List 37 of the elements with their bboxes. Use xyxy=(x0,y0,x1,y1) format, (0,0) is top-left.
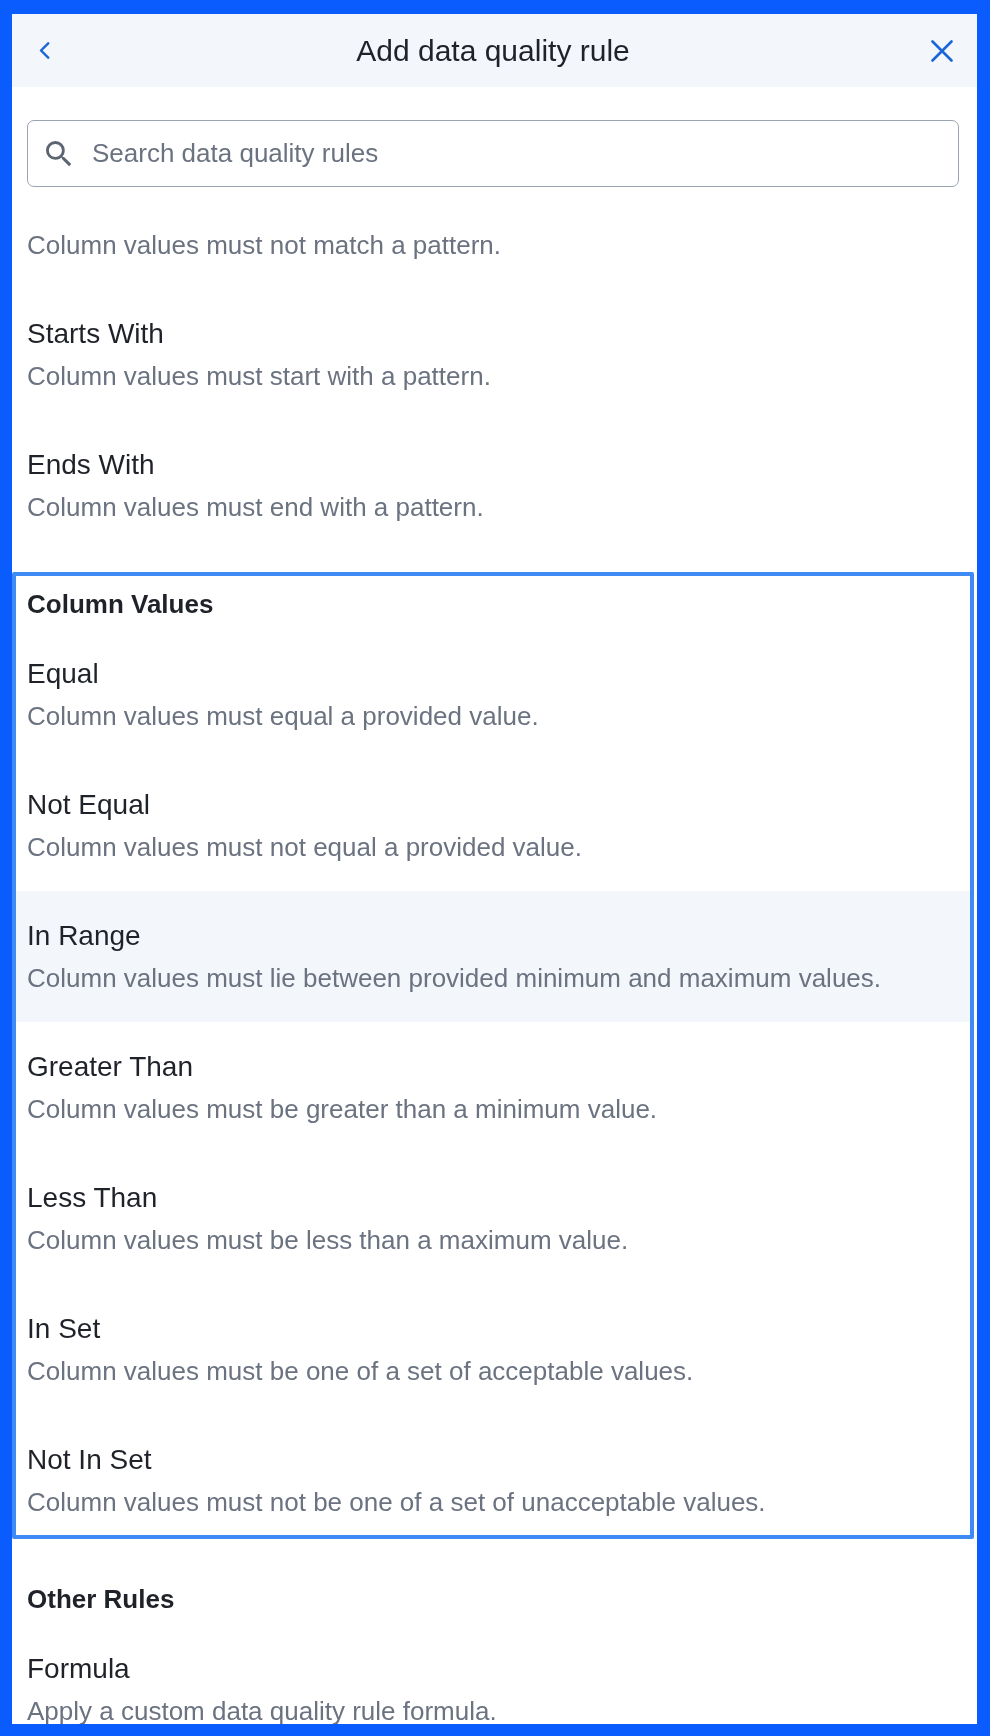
chevron-left-icon xyxy=(38,42,50,59)
dialog-title: Add data quality rule xyxy=(355,32,631,69)
rule-description: Column values must not be one of a set of unacceptable values. xyxy=(27,1486,767,1518)
rule-option[interactable]: Starts With Column values must start with a pattern. xyxy=(16,289,970,420)
rule-option[interactable]: Not In Set Column values must not be one of a set of unacceptable values. xyxy=(16,1415,970,1535)
rule-name: Greater Than xyxy=(27,1050,195,1084)
rule-description: Column values must end with a pattern. xyxy=(27,491,485,523)
rule-name: Formula xyxy=(27,1652,131,1686)
search-icon xyxy=(46,141,72,167)
rule-name: Not In Set xyxy=(27,1443,153,1477)
close-icon xyxy=(931,39,953,62)
group-heading: Column Values xyxy=(26,588,215,621)
rule-description: Column values must lie between provided minimum and maximum values. xyxy=(27,962,883,994)
rule-description: Column values must start with a pattern. xyxy=(27,360,492,392)
rule-name: In Range xyxy=(27,919,142,953)
rule-option[interactable]: Equal Column values must equal a provided value. xyxy=(16,629,970,760)
rule-description: Column values must be greater than a minimum value. xyxy=(27,1093,659,1125)
group-heading: Other Rules xyxy=(26,1583,176,1616)
rule-name: Starts With xyxy=(27,317,165,351)
rule-option[interactable]: In Range Column values must lie between provided minimum and maximum values. xyxy=(16,891,970,1022)
rule-option[interactable]: Less Than Column values must be less than a maximum value. xyxy=(16,1153,970,1284)
rule-option[interactable]: Column values must not match a pattern. xyxy=(16,191,970,289)
search-field[interactable]: Search data quality rules xyxy=(27,120,959,187)
rule-name: Not Equal xyxy=(27,788,151,822)
rule-description: Column values must not equal a provided value. xyxy=(27,831,583,863)
rule-description: Column values must equal a provided value. xyxy=(27,700,540,732)
rule-name: Ends With xyxy=(27,448,156,482)
rule-name: Equal xyxy=(27,657,100,691)
rule-description: Column values must be less than a maximum value. xyxy=(27,1224,630,1256)
rule-name: Less Than xyxy=(27,1181,159,1215)
rule-option[interactable]: Ends With Column values must end with a pattern. xyxy=(16,420,970,540)
rule-description: Column values must be one of a set of acceptable values. xyxy=(27,1355,695,1387)
rule-name: In Set xyxy=(27,1312,102,1346)
rule-option[interactable]: In Set Column values must be one of a set of acceptable values. xyxy=(16,1284,970,1415)
rule-option[interactable]: Greater Than Column values must be greater than a minimum value. xyxy=(16,1022,970,1153)
rule-option[interactable]: Not Equal Column values must not equal a provided value. xyxy=(16,760,970,891)
rule-description: Column values must not match a pattern. xyxy=(27,229,502,261)
